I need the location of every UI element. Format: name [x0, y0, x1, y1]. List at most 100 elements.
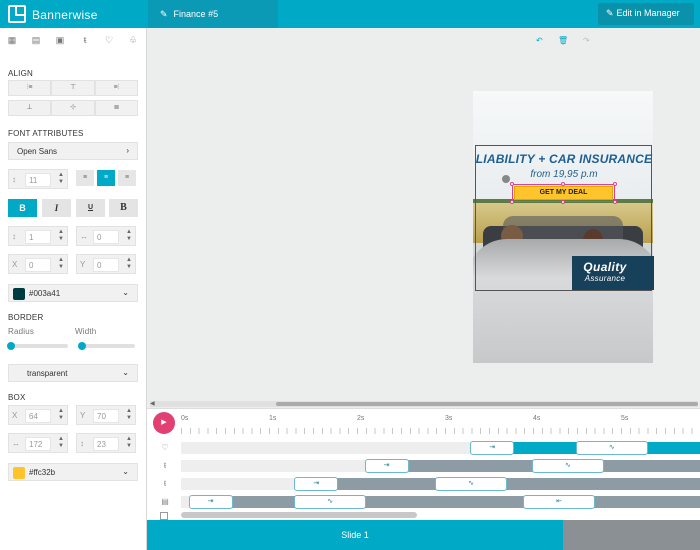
- quality-badge-title: Quality: [583, 260, 627, 274]
- text-x-value[interactable]: 0: [25, 258, 51, 272]
- banner-cta-button[interactable]: GET MY DEAL: [514, 186, 613, 200]
- align-top-center-button[interactable]: ⊤: [51, 80, 95, 96]
- box-x-value[interactable]: 64: [25, 409, 51, 423]
- box-color-select[interactable]: #ffc32b ⌄: [8, 463, 138, 481]
- width-slider-knob[interactable]: [78, 342, 86, 350]
- box-x-field[interactable]: X 64 ▲ ▼: [8, 405, 68, 425]
- stepper-icon[interactable]: ▲ ▼: [126, 257, 132, 271]
- stepper-icon[interactable]: ▲ ▼: [126, 408, 132, 422]
- resize-handle[interactable]: [561, 182, 565, 186]
- box-width-field[interactable]: ↔ 172 ▲ ▼: [8, 433, 68, 453]
- letter-spacing-field[interactable]: ↔ 0 ▲ ▼: [76, 226, 136, 246]
- rotate-handle-icon[interactable]: [502, 175, 510, 183]
- text-y-value[interactable]: 0: [93, 258, 119, 272]
- chevron-down-icon: ⌄: [122, 368, 129, 377]
- resize-handle[interactable]: [613, 182, 617, 186]
- align-top-left-button[interactable]: ⫶≡: [8, 80, 51, 96]
- font-attributes-label: FONT ATTRIBUTES: [8, 129, 84, 138]
- font-color-select[interactable]: #003a41 ⌄: [8, 284, 138, 302]
- stepper-icon[interactable]: ▲ ▼: [58, 436, 64, 450]
- animate-icon[interactable]: ∿: [575, 441, 648, 455]
- tab-finance[interactable]: ✎ Finance #5: [148, 0, 278, 28]
- banner-headline[interactable]: LIABILITY + CAR INSURANCE: [474, 152, 654, 166]
- undo-icon[interactable]: ↶: [536, 36, 543, 45]
- scrollbar-thumb[interactable]: [276, 402, 698, 406]
- box-height-value[interactable]: 23: [93, 437, 119, 451]
- redo-icon[interactable]: ↷: [583, 36, 590, 45]
- box-color-swatch: [13, 467, 25, 479]
- animate-icon[interactable]: ∿: [435, 477, 507, 491]
- page-icon[interactable]: ▤: [30, 34, 42, 46]
- pencil-icon: ✎: [160, 9, 168, 19]
- radius-slider-knob[interactable]: [7, 342, 15, 350]
- text-icon[interactable]: ŧ: [79, 34, 91, 46]
- font-family-select[interactable]: Open Sans ›: [8, 142, 138, 160]
- stepper-icon[interactable]: ▲ ▼: [58, 229, 64, 243]
- line-height-field[interactable]: ↕ 1 ▲ ▼: [8, 226, 68, 246]
- italic-button[interactable]: I: [42, 199, 71, 217]
- bold-button[interactable]: B: [8, 199, 37, 217]
- stepper-icon[interactable]: ▲ ▼: [58, 408, 64, 422]
- box-height-field[interactable]: ↕ 23 ▲ ▼: [76, 433, 136, 453]
- enter-icon[interactable]: ⇥: [188, 495, 233, 509]
- layers-icon[interactable]: ▦: [6, 34, 18, 46]
- line-height-value[interactable]: 1: [25, 230, 51, 244]
- enter-icon[interactable]: ⇥: [364, 459, 409, 473]
- slide-1-tab[interactable]: Slide 1: [147, 520, 563, 550]
- width-slider[interactable]: [78, 342, 135, 350]
- animate-icon[interactable]: ∿: [294, 495, 367, 509]
- animate-icon[interactable]: ∿: [531, 459, 604, 473]
- x-prefix: X: [12, 260, 18, 269]
- underline-button[interactable]: U: [76, 199, 105, 217]
- timeline-segment[interactable]: [198, 496, 700, 508]
- text-align-left-button[interactable]: ≡: [76, 170, 94, 186]
- align-bottom-right-button[interactable]: ≣: [95, 100, 138, 116]
- box-y-value[interactable]: 70: [93, 409, 119, 423]
- stepper-icon[interactable]: ▲ ▼: [126, 229, 132, 243]
- quality-badge-subtitle: Assurance: [584, 274, 626, 283]
- scroll-left-icon[interactable]: ◀: [150, 400, 155, 407]
- enter-icon[interactable]: ⇥: [470, 441, 515, 455]
- align-middle-center-button[interactable]: ⊹: [51, 100, 95, 116]
- text-x-field[interactable]: X 0 ▲ ▼: [8, 254, 68, 274]
- text-y-field[interactable]: Y 0 ▲ ▼: [76, 254, 136, 274]
- box-y-field[interactable]: Y 70 ▲ ▼: [76, 405, 136, 425]
- banner-subline[interactable]: from 19,95 p.m: [474, 169, 654, 180]
- effects-icon[interactable]: ♧: [127, 34, 139, 46]
- enter-icon[interactable]: ⇥: [294, 477, 339, 491]
- letter-spacing-value[interactable]: 0: [93, 230, 119, 244]
- resize-handle[interactable]: [510, 200, 514, 204]
- tab-label: Finance #5: [173, 9, 219, 19]
- logo-icon[interactable]: [8, 5, 26, 23]
- edit-in-manager-button[interactable]: ✎ Edit in Manager: [598, 3, 694, 25]
- box-width-value[interactable]: 172: [25, 437, 51, 451]
- image-icon[interactable]: ▣: [54, 34, 66, 46]
- stepper-icon[interactable]: ▲ ▼: [126, 436, 132, 450]
- resize-handle[interactable]: [613, 200, 617, 204]
- radius-slider[interactable]: [7, 342, 68, 350]
- play-button[interactable]: ▶: [153, 412, 175, 434]
- line-height-icon: ↕: [12, 232, 16, 241]
- align-bottom-left-button[interactable]: ⊥: [8, 100, 51, 116]
- exit-icon[interactable]: ⇤: [523, 495, 595, 509]
- resize-handle[interactable]: [561, 200, 565, 204]
- canvas-horizontal-scrollbar[interactable]: ◀: [150, 401, 698, 407]
- text-align-center-button[interactable]: ≡: [97, 170, 115, 186]
- resize-handle[interactable]: [510, 182, 514, 186]
- stepper-icon[interactable]: ▲ ▼: [58, 172, 64, 186]
- serif-bold-button[interactable]: B: [109, 199, 138, 217]
- font-size-value[interactable]: 11: [25, 173, 51, 187]
- shape-icon[interactable]: ♡: [103, 34, 115, 46]
- x-prefix: X: [12, 411, 18, 420]
- align-top-right-button[interactable]: ≡⫶: [95, 80, 138, 96]
- add-slide-area[interactable]: [563, 520, 700, 550]
- border-style-select[interactable]: transparent ⌄: [8, 364, 138, 382]
- delete-icon[interactable]: 🗑: [558, 36, 568, 45]
- stepper-icon[interactable]: ▲ ▼: [58, 257, 64, 271]
- text-align-right-button[interactable]: ≡: [118, 170, 136, 186]
- font-size-field[interactable]: ↕ 11 ▲ ▼: [8, 169, 68, 189]
- timeline-horizontal-scrollbar[interactable]: [181, 512, 417, 518]
- timeline-ruler[interactable]: [181, 428, 700, 434]
- timeline-tick-label: 5s: [621, 415, 629, 422]
- height-icon: ↕: [80, 439, 84, 448]
